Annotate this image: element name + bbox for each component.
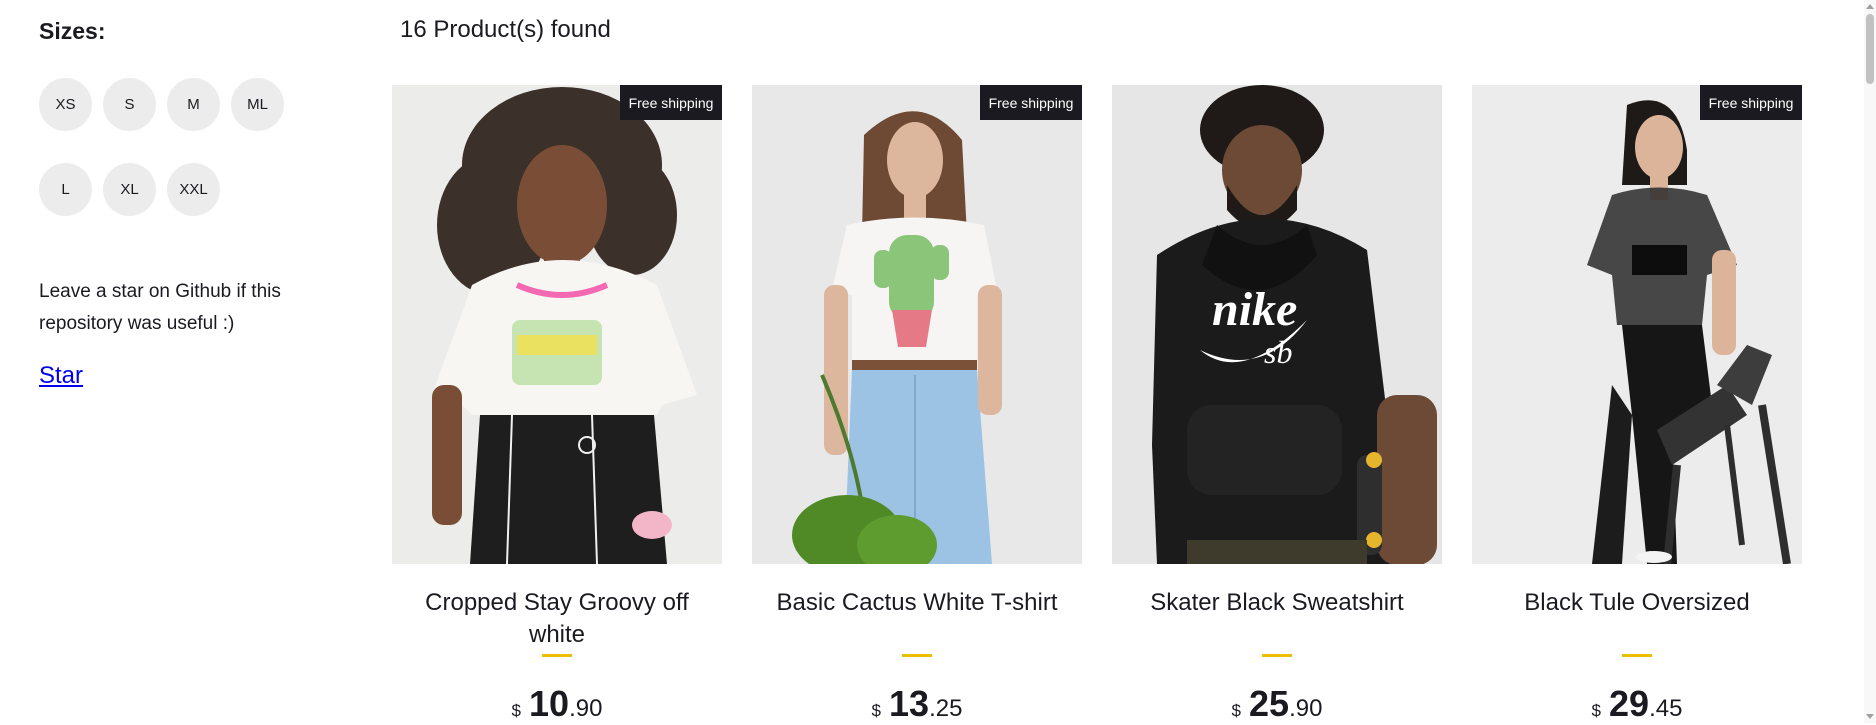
- price-whole: 13: [889, 683, 930, 724]
- price-cents: .25: [929, 695, 963, 722]
- free-shipping-badge: Free shipping: [1700, 85, 1802, 120]
- currency-symbol: $: [511, 701, 522, 720]
- product-card[interactable]: nike sb Skater Black Sweatshirt $25.90: [1112, 85, 1442, 724]
- product-image[interactable]: Free shipping: [392, 85, 722, 564]
- scroll-down-arrow-icon[interactable]: [1866, 714, 1874, 719]
- product-price: $10.90: [392, 683, 722, 725]
- size-button-s[interactable]: S: [103, 78, 156, 131]
- product-card[interactable]: Free shipping Cropped Stay Groovy off wh…: [392, 85, 722, 724]
- price-cents: .90: [1289, 695, 1323, 722]
- size-button-xs[interactable]: XS: [39, 78, 92, 131]
- sizes-title: Sizes:: [39, 18, 106, 44]
- vertical-scrollbar[interactable]: [1864, 0, 1876, 723]
- svg-text:sb: sb: [1264, 334, 1292, 370]
- product-title: Black Tule Oversized: [1524, 589, 1750, 616]
- accent-divider: [1262, 654, 1292, 657]
- size-button-xxl[interactable]: XXL: [167, 163, 220, 216]
- product-price: $29.45: [1472, 683, 1802, 725]
- product-title: Skater Black Sweatshirt: [1150, 589, 1404, 616]
- currency-symbol: $: [871, 701, 882, 720]
- accent-divider: [902, 654, 932, 657]
- product-image[interactable]: Free shipping: [752, 85, 1082, 564]
- size-button-xl[interactable]: XL: [103, 163, 156, 216]
- price-cents: .90: [569, 695, 603, 722]
- product-price: $13.25: [752, 683, 1082, 725]
- accent-divider: [542, 654, 572, 657]
- size-button-ml[interactable]: ML: [231, 78, 284, 131]
- accent-divider: [1622, 654, 1652, 657]
- product-card[interactable]: Free shipping Black Tule Oversized $29.4…: [1472, 85, 1802, 724]
- product-card[interactable]: Free shipping Basic Cactus White T-shirt…: [752, 85, 1082, 724]
- product-title: Cropped Stay Groovy off white: [425, 589, 689, 648]
- size-button-m[interactable]: M: [167, 78, 220, 131]
- product-price: $25.90: [1112, 683, 1442, 725]
- product-image[interactable]: Free shipping: [1472, 85, 1802, 564]
- star-link[interactable]: Star: [39, 362, 83, 390]
- price-whole: 10: [529, 683, 570, 724]
- svg-text:nike: nike: [1212, 283, 1297, 336]
- currency-symbol: $: [1591, 701, 1602, 720]
- size-button-l[interactable]: L: [39, 163, 92, 216]
- product-image[interactable]: nike sb: [1112, 85, 1442, 564]
- currency-symbol: $: [1231, 701, 1242, 720]
- price-whole: 25: [1249, 683, 1290, 724]
- price-cents: .45: [1649, 695, 1683, 722]
- github-star-message: Leave a star on Github if this repositor…: [39, 281, 281, 334]
- scroll-up-arrow-icon[interactable]: [1866, 4, 1874, 9]
- product-title: Basic Cactus White T-shirt: [776, 589, 1058, 616]
- scrollbar-thumb[interactable]: [1866, 14, 1874, 84]
- free-shipping-badge: Free shipping: [980, 85, 1082, 120]
- price-whole: 29: [1609, 683, 1650, 724]
- free-shipping-badge: Free shipping: [620, 85, 722, 120]
- products-found-count: 16 Product(s) found: [400, 16, 611, 43]
